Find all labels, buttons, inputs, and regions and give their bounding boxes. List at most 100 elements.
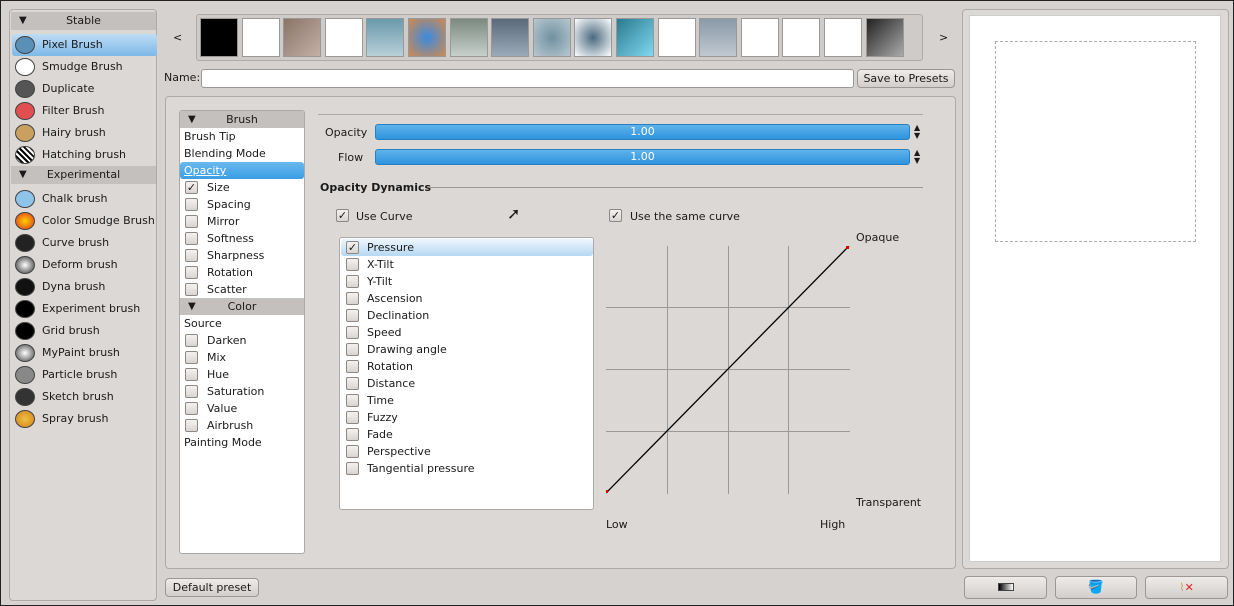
option-size[interactable]: ✓ Size bbox=[180, 179, 304, 196]
option-opacity[interactable]: Opacity bbox=[180, 162, 304, 179]
brush-item-particle-brush[interactable]: Particle brush bbox=[12, 364, 157, 386]
sensor-checkbox[interactable] bbox=[346, 292, 359, 305]
sensor-checkbox[interactable] bbox=[346, 326, 359, 339]
option-rotation[interactable]: Rotation bbox=[180, 264, 304, 281]
option-checkbox[interactable] bbox=[185, 385, 198, 398]
sensor-checkbox[interactable]: ✓ bbox=[346, 241, 359, 254]
brush-item-chalk-brush[interactable]: Chalk brush bbox=[12, 188, 157, 210]
option-airbrush[interactable]: Airbrush bbox=[180, 417, 304, 434]
option-brush-tip[interactable]: Brush Tip bbox=[180, 128, 304, 145]
option-blending-mode[interactable]: Blending Mode bbox=[180, 145, 304, 162]
option-sharpness[interactable]: Sharpness bbox=[180, 247, 304, 264]
save-to-presets-button[interactable]: Save to Presets bbox=[857, 69, 955, 88]
option-spacing[interactable]: Spacing bbox=[180, 196, 304, 213]
sensor-checkbox[interactable] bbox=[346, 258, 359, 271]
preset-thumbnail[interactable] bbox=[408, 18, 446, 57]
group-header-experimental[interactable]: ▼ Experimental bbox=[11, 166, 156, 184]
brush-item-sketch-brush[interactable]: Sketch brush bbox=[12, 386, 157, 408]
sensor-checkbox[interactable] bbox=[346, 411, 359, 424]
sensor-rotation[interactable]: Rotation bbox=[341, 358, 593, 375]
preset-thumbnail[interactable] bbox=[574, 18, 613, 57]
sensor-checkbox[interactable] bbox=[346, 343, 359, 356]
sensor-tangential-pressure[interactable]: Tangential pressure bbox=[341, 460, 593, 477]
sensor-ascension[interactable]: Ascension bbox=[341, 290, 593, 307]
preset-name-input[interactable] bbox=[201, 69, 854, 88]
preset-thumbnail[interactable] bbox=[532, 18, 571, 57]
brush-item-duplicate[interactable]: Duplicate bbox=[12, 78, 157, 100]
opacity-slider[interactable]: 1.00 bbox=[375, 124, 910, 140]
presets-prev-button[interactable]: < bbox=[173, 31, 182, 44]
sensor-checkbox[interactable] bbox=[346, 428, 359, 441]
sensor-fuzzy[interactable]: Fuzzy bbox=[341, 409, 593, 426]
option-hue[interactable]: Hue bbox=[180, 366, 304, 383]
option-checkbox[interactable] bbox=[185, 334, 198, 347]
preset-thumbnail[interactable] bbox=[200, 18, 238, 57]
brush-item-color-smudge-brush[interactable]: Color Smudge Brush bbox=[12, 210, 157, 232]
option-mix[interactable]: Mix bbox=[180, 349, 304, 366]
brush-item-hatching-brush[interactable]: Hatching brush bbox=[12, 144, 157, 166]
option-checkbox[interactable] bbox=[185, 283, 198, 296]
brush-item-smudge-brush[interactable]: Smudge Brush bbox=[12, 56, 157, 78]
sensor-checkbox[interactable] bbox=[346, 377, 359, 390]
option-mirror[interactable]: Mirror bbox=[180, 213, 304, 230]
option-group-brush[interactable]: ▼ Brush bbox=[180, 111, 304, 128]
brush-item-deform-brush[interactable]: Deform brush bbox=[12, 254, 157, 276]
brush-item-filter-brush[interactable]: Filter Brush bbox=[12, 100, 157, 122]
preset-thumbnail[interactable] bbox=[491, 18, 530, 57]
option-source[interactable]: Source bbox=[180, 315, 304, 332]
sensor-checkbox[interactable] bbox=[346, 275, 359, 288]
preset-thumbnail[interactable] bbox=[449, 18, 488, 57]
sensor-checkbox[interactable] bbox=[346, 394, 359, 407]
default-preset-button[interactable]: Default preset bbox=[165, 578, 259, 597]
curve-editor[interactable] bbox=[606, 246, 850, 494]
fill-background-button[interactable]: 🪣 bbox=[1055, 576, 1137, 599]
sensor-distance[interactable]: Distance bbox=[341, 375, 593, 392]
sensor-declination[interactable]: Declination bbox=[341, 307, 593, 324]
presets-next-button[interactable]: > bbox=[939, 31, 948, 44]
option-checkbox[interactable]: ✓ bbox=[185, 181, 198, 194]
brush-item-curve-brush[interactable]: Curve brush bbox=[12, 232, 157, 254]
sensor-checkbox[interactable] bbox=[346, 360, 359, 373]
sensor-checkbox[interactable] bbox=[346, 462, 359, 475]
preset-thumbnail[interactable] bbox=[740, 18, 779, 57]
option-checkbox[interactable] bbox=[185, 266, 198, 279]
sensor-fade[interactable]: Fade bbox=[341, 426, 593, 443]
sensor-checkbox[interactable] bbox=[346, 445, 359, 458]
fill-gradient-button[interactable] bbox=[964, 576, 1047, 599]
sensor-perspective[interactable]: Perspective bbox=[341, 443, 593, 460]
option-painting-mode[interactable]: Painting Mode bbox=[180, 434, 304, 451]
preset-thumbnail[interactable] bbox=[241, 18, 280, 57]
option-checkbox[interactable] bbox=[185, 249, 198, 262]
sensor-x-tilt[interactable]: X-Tilt bbox=[341, 256, 593, 273]
flow-spin-icon[interactable]: ▲ ▼ bbox=[914, 149, 920, 165]
use-same-curve-checkbox[interactable]: ✓ bbox=[609, 209, 622, 222]
preset-thumbnail[interactable] bbox=[699, 18, 738, 57]
sensor-pressure[interactable]: ✓ Pressure bbox=[341, 239, 593, 256]
option-checkbox[interactable] bbox=[185, 198, 198, 211]
preset-thumbnail[interactable] bbox=[283, 18, 322, 57]
brush-item-mypaint-brush[interactable]: MyPaint brush bbox=[12, 342, 157, 364]
group-header-stable[interactable]: ▼ Stable bbox=[11, 12, 156, 30]
option-checkbox[interactable] bbox=[185, 351, 198, 364]
sensor-speed[interactable]: Speed bbox=[341, 324, 593, 341]
brush-item-hairy-brush[interactable]: Hairy brush bbox=[12, 122, 157, 144]
opacity-spin-icon[interactable]: ▲ ▼ bbox=[914, 124, 920, 140]
option-checkbox[interactable] bbox=[185, 368, 198, 381]
option-scatter[interactable]: Scatter bbox=[180, 281, 304, 298]
sensor-drawing-angle[interactable]: Drawing angle bbox=[341, 341, 593, 358]
option-checkbox[interactable] bbox=[185, 402, 198, 415]
option-value[interactable]: Value bbox=[180, 400, 304, 417]
preset-thumbnail[interactable] bbox=[824, 18, 862, 57]
preset-thumbnail[interactable] bbox=[366, 18, 405, 57]
option-checkbox[interactable] bbox=[185, 215, 198, 228]
brush-item-grid-brush[interactable]: Grid brush bbox=[12, 320, 157, 342]
brush-item-dyna-brush[interactable]: Dyna brush bbox=[12, 276, 157, 298]
brush-item-pixel-brush[interactable]: Pixel Brush bbox=[12, 34, 157, 56]
preset-thumbnail[interactable] bbox=[616, 18, 654, 57]
sensor-y-tilt[interactable]: Y-Tilt bbox=[341, 273, 593, 290]
use-curve-checkbox[interactable]: ✓ bbox=[336, 209, 349, 222]
option-group-color[interactable]: ▼ Color bbox=[180, 298, 304, 315]
clear-scratchpad-button[interactable]: ⌇✕ bbox=[1145, 576, 1228, 599]
option-saturation[interactable]: Saturation bbox=[180, 383, 304, 400]
option-darken[interactable]: Darken bbox=[180, 332, 304, 349]
